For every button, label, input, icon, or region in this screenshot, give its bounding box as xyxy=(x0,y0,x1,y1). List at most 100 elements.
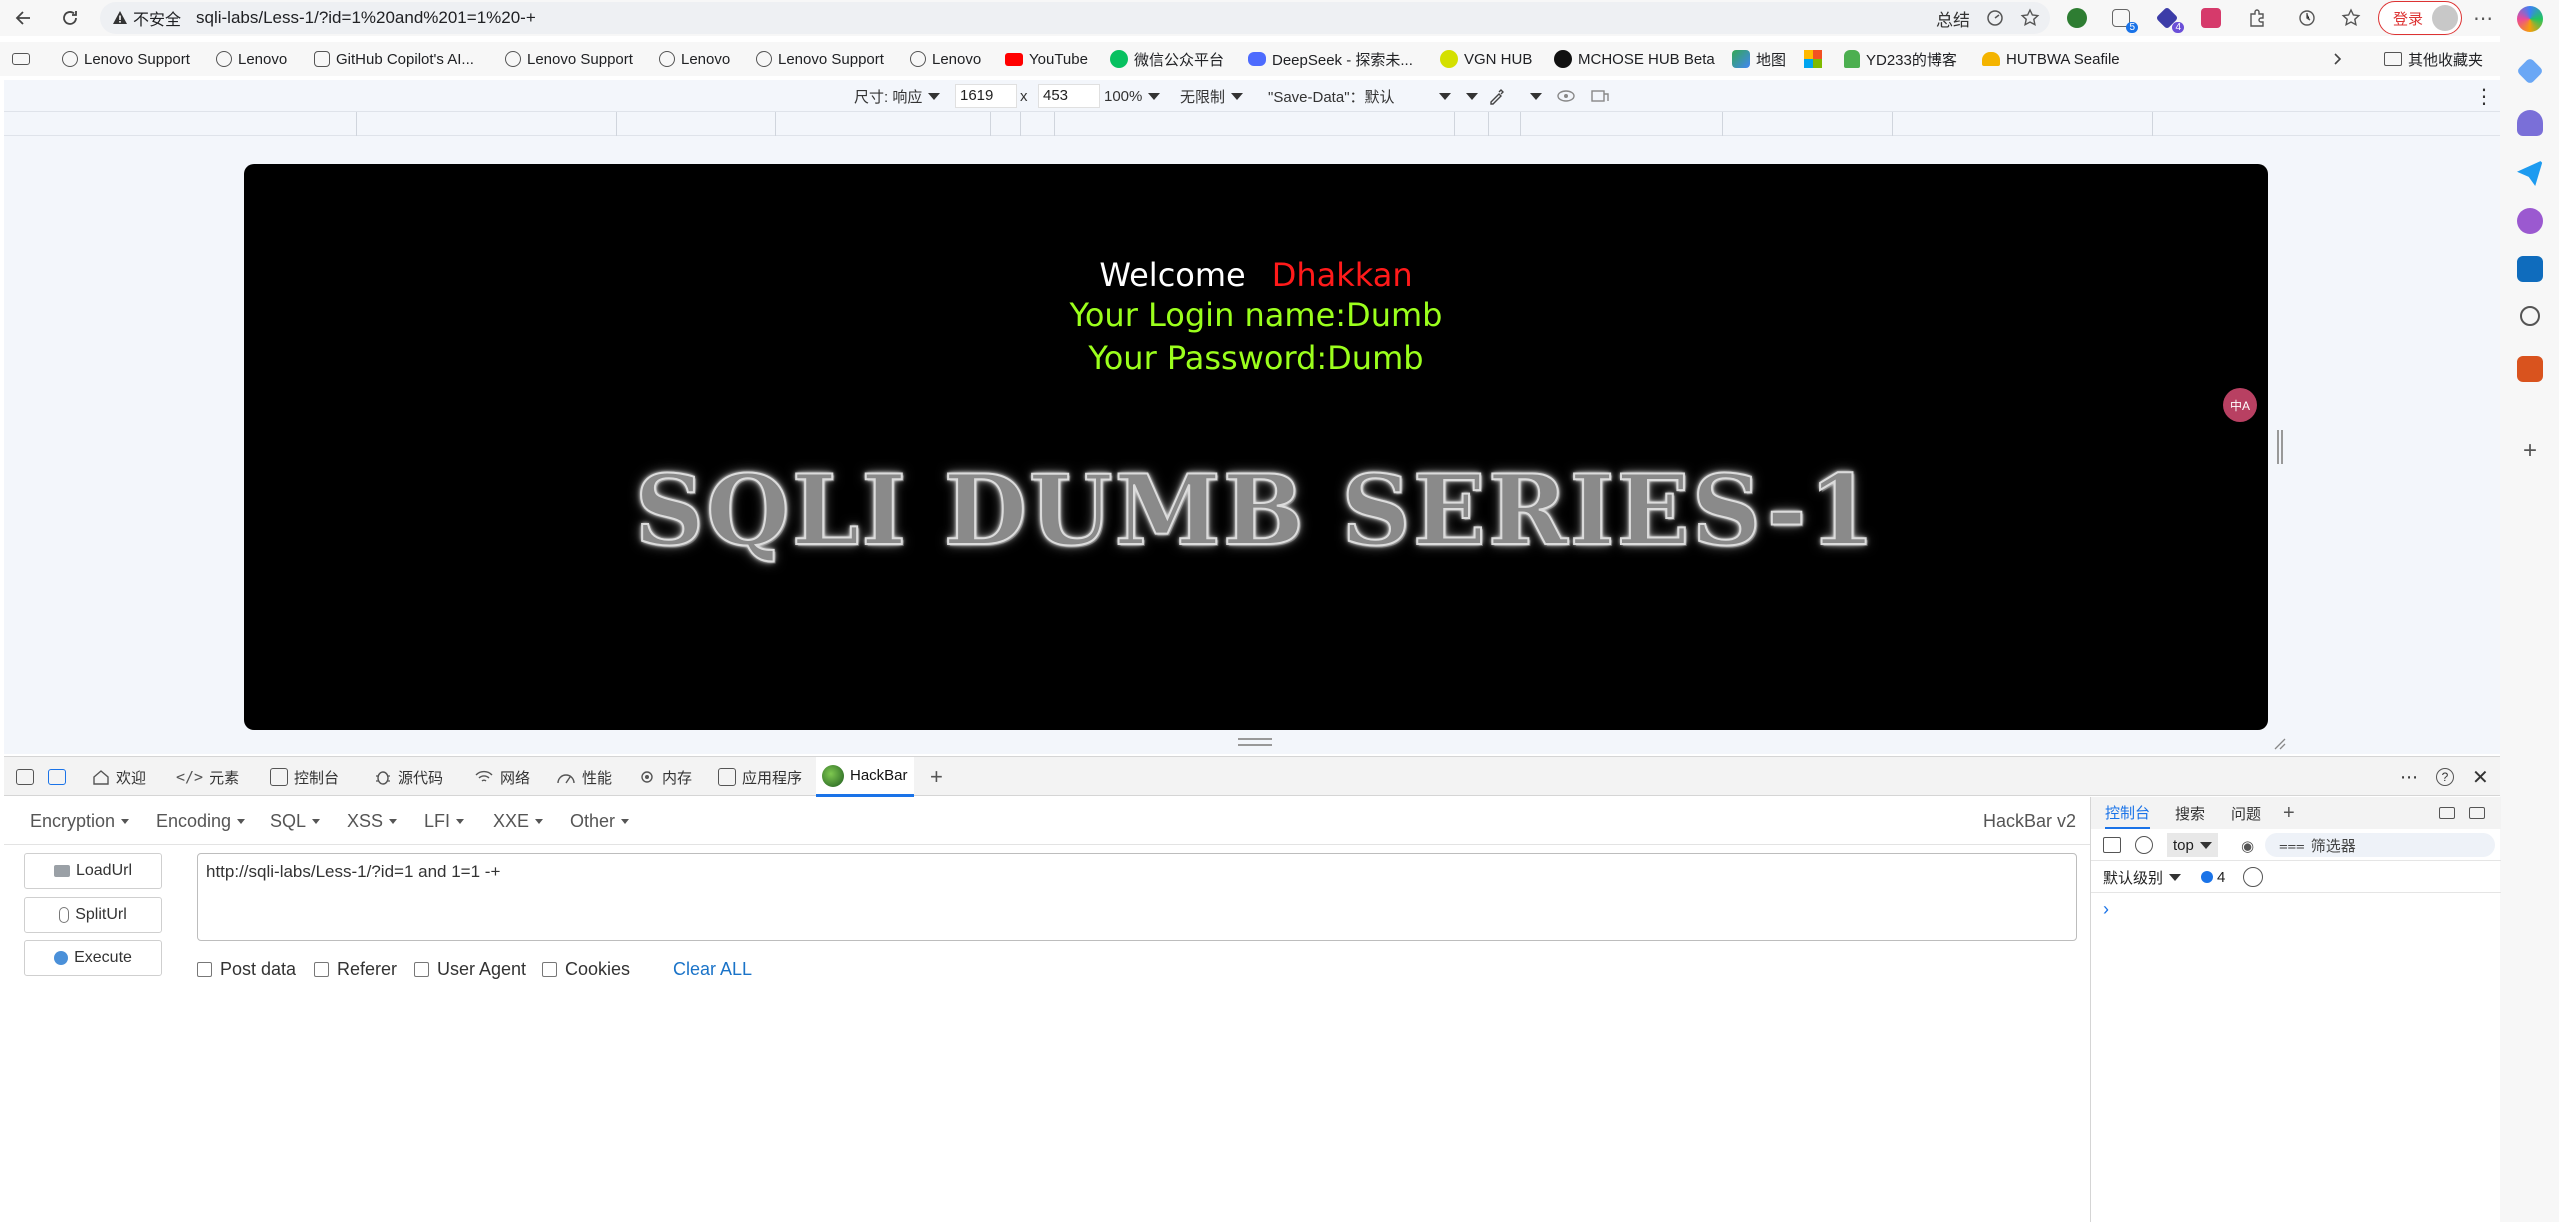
tab-memory[interactable]: 内存 xyxy=(638,757,692,797)
execute-button[interactable]: Execute xyxy=(24,940,162,976)
drawer-add-icon[interactable]: + xyxy=(2283,797,2295,829)
speed-icon[interactable] xyxy=(1986,9,2004,27)
add-panel-icon[interactable]: + xyxy=(930,757,943,797)
bookmark-item[interactable]: Lenovo xyxy=(659,42,730,76)
height-input[interactable]: 453 xyxy=(1038,84,1100,108)
close-devtools-icon[interactable]: ✕ xyxy=(2472,757,2489,797)
referer-checkbox[interactable]: Referer xyxy=(314,957,397,981)
clear-console-icon[interactable] xyxy=(2135,836,2153,854)
bookmark-item[interactable]: Lenovo Support xyxy=(505,42,633,76)
outlook-icon[interactable] xyxy=(2517,256,2543,282)
dimensions-select[interactable]: 尺寸: 响应 xyxy=(854,80,941,112)
checkbox-box[interactable] xyxy=(542,961,557,977)
extension-green-icon[interactable] xyxy=(2064,5,2090,31)
menu-lfi[interactable]: LFI xyxy=(424,797,465,845)
load-url-button[interactable]: LoadUrl xyxy=(24,853,162,889)
url-textarea[interactable]: http://sqli-labs/Less-1/?id=1 and 1=1 -+ xyxy=(197,853,2077,941)
bookmark-item[interactable]: 微信公众平台 xyxy=(1110,42,1224,76)
log-level-select[interactable]: 默认级别 xyxy=(2103,865,2182,889)
bookmark-item[interactable]: DeepSeek - 探索未... xyxy=(1248,42,1413,76)
bookmark-item[interactable]: YouTube xyxy=(1005,42,1088,76)
bookmark-item[interactable]: VGN HUB xyxy=(1440,42,1532,76)
bookmark-item[interactable]: YD233的博客 xyxy=(1844,42,1957,76)
tab-network[interactable]: 网络 xyxy=(474,757,530,797)
menu-encryption[interactable]: Encryption xyxy=(30,797,130,845)
browser-essentials-icon[interactable] xyxy=(2294,5,2320,31)
sidebar-toggle-icon[interactable] xyxy=(2103,837,2121,853)
console-filter-input[interactable]: ⩶ 筛选器 xyxy=(2265,833,2495,857)
zoom-select[interactable]: 100% xyxy=(1104,80,1161,112)
dock-icon[interactable] xyxy=(2439,797,2455,829)
rotate-icon[interactable] xyxy=(1590,80,1610,112)
cookies-checkbox[interactable]: Cookies xyxy=(542,957,630,981)
viewport-corner-resize-icon[interactable] xyxy=(2272,736,2286,750)
reload-button[interactable] xyxy=(56,4,84,32)
tab-hackbar[interactable]: HackBar xyxy=(816,757,914,797)
bookmark-item[interactable]: Lenovo xyxy=(216,42,287,76)
save-data-select[interactable]: "Save-Data"：默认 xyxy=(1268,80,1451,112)
drawer-tab-search[interactable]: 搜索 xyxy=(2175,797,2205,829)
clear-all-link[interactable]: Clear ALL xyxy=(673,957,752,981)
tab-application[interactable]: 应用程序 xyxy=(718,757,802,797)
copilot-icon[interactable] xyxy=(2517,6,2543,32)
bookmarks-overflow-chevron-icon[interactable] xyxy=(2330,42,2344,76)
checkbox-box[interactable] xyxy=(414,961,429,977)
eyedropper-icon[interactable] xyxy=(1488,80,1506,112)
more-options-select[interactable] xyxy=(1466,80,1478,112)
other-bookmarks[interactable]: 其他收藏夹 xyxy=(2384,42,2483,76)
vision-icon[interactable] xyxy=(1556,80,1576,112)
device-more-menu-icon[interactable]: ⋮ xyxy=(2474,80,2494,112)
bookmark-item[interactable]: Lenovo Support xyxy=(62,42,190,76)
console-prompt-chevron-icon[interactable]: › xyxy=(2103,899,2109,920)
media-query-bar[interactable] xyxy=(4,112,2500,136)
menu-xxe[interactable]: XXE xyxy=(493,797,544,845)
menu-sql[interactable]: SQL xyxy=(270,797,321,845)
drawer-tab-console[interactable]: 控制台 xyxy=(2105,797,2151,829)
back-button[interactable] xyxy=(10,4,38,32)
favorite-star-icon[interactable] xyxy=(2020,8,2040,28)
more-menu-icon[interactable]: ⋯ xyxy=(2470,5,2496,31)
login-button[interactable]: 登录 xyxy=(2378,1,2462,35)
user-agent-checkbox[interactable]: User Agent xyxy=(414,957,526,981)
summary-button[interactable]: 总结 xyxy=(1936,6,1970,31)
bookmark-item[interactable] xyxy=(1804,42,1822,76)
translate-ext-icon[interactable] xyxy=(2198,5,2224,31)
live-expression-eye-icon[interactable]: ◉ xyxy=(2241,837,2254,855)
m365-icon[interactable] xyxy=(2517,208,2543,234)
url-text[interactable]: sqli-labs/Less-1/?id=1%20and%201=1%20-+ xyxy=(196,2,536,34)
tab-elements[interactable]: </> 元素 xyxy=(176,757,239,797)
extension-badge-icon[interactable]: 5 xyxy=(2108,5,2138,33)
drawer-tab-issues[interactable]: 问题 xyxy=(2231,797,2261,829)
context-select[interactable]: top xyxy=(2167,833,2218,857)
security-indicator[interactable]: 不安全 xyxy=(112,2,181,34)
width-input[interactable]: 1619 xyxy=(955,84,1017,108)
search-icon[interactable] xyxy=(2520,306,2540,326)
address-bar[interactable]: 不安全 sqli-labs/Less-1/?id=1%20and%201=1%2… xyxy=(100,2,2050,34)
menu-xss[interactable]: XSS xyxy=(347,797,398,845)
tools-icon[interactable] xyxy=(2517,356,2543,382)
tag-icon[interactable] xyxy=(2516,57,2544,85)
extensions-puzzle-icon[interactable] xyxy=(2244,5,2270,31)
menu-encoding[interactable]: Encoding xyxy=(156,797,246,845)
bookmarks-menu-icon[interactable] xyxy=(12,42,30,76)
split-url-button[interactable]: SplitUrl xyxy=(24,897,162,933)
bookmark-item[interactable]: MCHOSE HUB Beta xyxy=(1554,42,1715,76)
tab-performance[interactable]: 性能 xyxy=(556,757,612,797)
viewport-resize-handle-bottom[interactable] xyxy=(1238,738,1272,746)
devtools-more-icon[interactable]: ⋯ xyxy=(2400,757,2418,797)
sensors-select[interactable] xyxy=(1530,80,1542,112)
translate-float-button[interactable]: 中A xyxy=(2223,388,2257,422)
help-icon[interactable]: ? xyxy=(2436,757,2454,797)
inspect-element-icon[interactable] xyxy=(16,757,34,797)
bookmark-item[interactable]: Lenovo Support xyxy=(756,42,884,76)
menu-other[interactable]: Other xyxy=(570,797,630,845)
send-icon[interactable] xyxy=(2517,160,2543,186)
add-sidebar-icon[interactable]: + xyxy=(2517,438,2543,464)
extension-purple-icon[interactable]: 4 xyxy=(2154,5,2184,33)
favorites-icon[interactable] xyxy=(2338,5,2364,31)
checkbox-box[interactable] xyxy=(197,961,212,977)
bookmark-item[interactable]: GitHub Copilot's AI... xyxy=(314,42,474,76)
people-icon[interactable] xyxy=(2517,110,2543,136)
throttle-select[interactable]: 无限制 xyxy=(1180,80,1244,112)
close-drawer-icon[interactable] xyxy=(2469,797,2485,829)
